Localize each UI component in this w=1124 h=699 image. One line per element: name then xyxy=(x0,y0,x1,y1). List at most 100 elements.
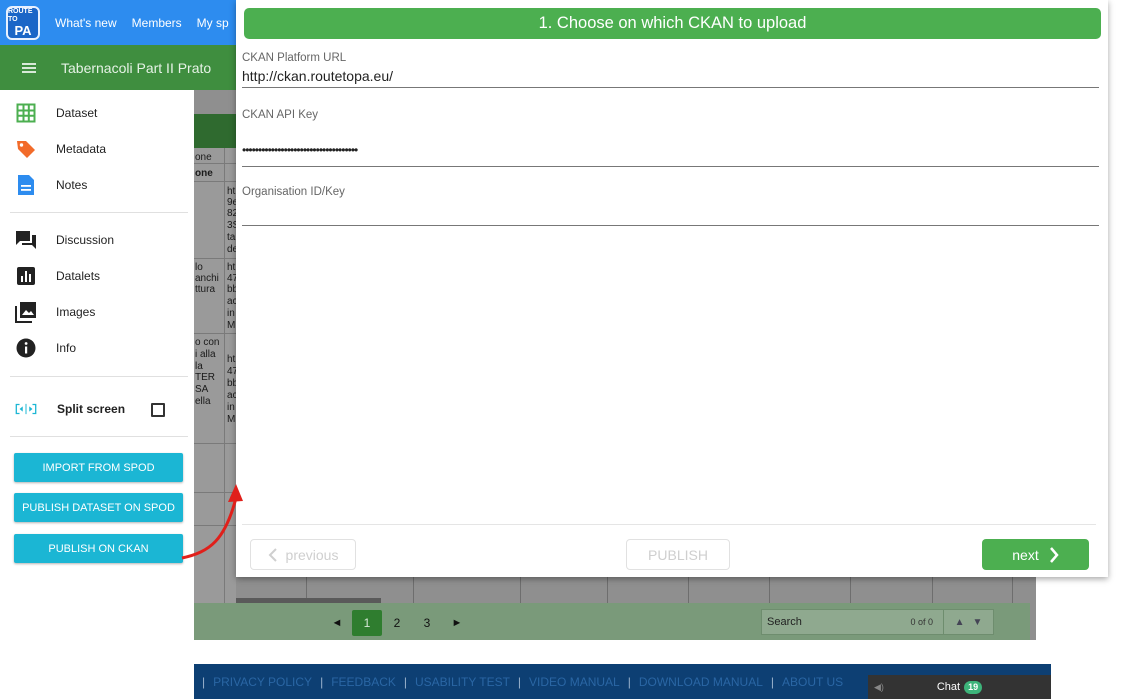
table-cell-line: ta xyxy=(227,232,236,243)
nav-link-whats-new[interactable]: What's new xyxy=(55,16,117,30)
field-label: Organisation ID/Key xyxy=(242,186,345,198)
table-cell-line: la xyxy=(195,361,203,372)
dataset-header-bar: Tabernacoli Part II Prato xyxy=(0,45,236,90)
volume-icon[interactable]: ◀) xyxy=(874,682,884,693)
table-cell-line: in xyxy=(227,402,235,413)
sidebar-divider xyxy=(10,376,188,377)
table-header-strip xyxy=(194,114,236,148)
chat-bar[interactable]: ◀) Chat 19 xyxy=(868,675,1051,699)
ckan-api-key-input[interactable]: •••••••••••••••••••••••••••••••••••• xyxy=(242,125,1099,167)
table-header-cell: one xyxy=(195,152,212,163)
grid-column-line xyxy=(769,577,770,603)
footer-link-about[interactable]: ABOUT US xyxy=(782,675,843,689)
table-cell-line: i alla xyxy=(195,349,216,360)
sidebar-item-info[interactable]: Info xyxy=(0,331,194,365)
info-icon xyxy=(15,337,37,359)
grid-column-line xyxy=(688,577,689,603)
dialog-title: 1. Choose on which CKAN to upload xyxy=(244,8,1101,39)
nav-link-my-space[interactable]: My sp xyxy=(197,16,229,30)
publish-button[interactable]: PUBLISH xyxy=(626,539,730,570)
hamburger-menu-icon[interactable] xyxy=(22,62,36,73)
sidebar-item-datalets[interactable]: Datalets xyxy=(0,259,194,293)
search-up-icon[interactable]: ▲ xyxy=(955,617,965,628)
grid-column-line xyxy=(1012,577,1013,603)
top-navbar: ROUTE TO PA What's new Members My sp xyxy=(0,0,236,45)
page-button[interactable]: 3 xyxy=(412,610,442,636)
sidebar-item-label: Notes xyxy=(56,178,88,192)
table-cell-line: ht xyxy=(227,186,236,197)
page-button[interactable]: 1 xyxy=(352,610,382,636)
grid-column-line xyxy=(932,577,933,603)
ckan-api-key-field: CKAN API Key •••••••••••••••••••••••••••… xyxy=(242,109,1099,167)
grid-column-line xyxy=(850,577,851,603)
sidebar-item-notes[interactable]: Notes xyxy=(0,168,194,202)
ckan-platform-url-input[interactable]: http://ckan.routetopa.eu/ xyxy=(242,68,1099,88)
footer-link-feedback[interactable]: FEEDBACK xyxy=(331,675,396,689)
table-row-divider xyxy=(194,333,236,334)
table-row-divider xyxy=(194,163,236,164)
sidebar-item-metadata[interactable]: Metadata xyxy=(0,132,194,166)
next-page-icon[interactable]: ► xyxy=(442,610,472,636)
chat-count-badge: 19 xyxy=(964,680,983,694)
sidebar-divider xyxy=(10,212,188,213)
publish-on-ckan-button[interactable]: PUBLISH ON CKAN xyxy=(14,534,183,563)
sidebar-item-dataset[interactable]: Dataset xyxy=(0,96,194,130)
next-button[interactable]: next xyxy=(982,539,1089,570)
footer-link-video-manual[interactable]: VIDEO MANUAL xyxy=(529,675,620,689)
dataset-title: Tabernacoli Part II Prato xyxy=(61,59,212,76)
logo-line2: PA xyxy=(14,23,32,38)
sidebar-item-discussion[interactable]: Discussion xyxy=(0,223,194,257)
search-down-icon[interactable]: ▼ xyxy=(973,617,983,628)
footer-separator: | xyxy=(320,674,324,689)
import-from-spod-button[interactable]: IMPORT FROM SPOD xyxy=(14,453,183,482)
sidebar-item-label: Datalets xyxy=(56,269,101,283)
sidebar-item-label: Metadata xyxy=(56,142,107,156)
field-label: CKAN Platform URL xyxy=(242,52,347,64)
page-button[interactable]: 2 xyxy=(382,610,412,636)
field-label: CKAN API Key xyxy=(242,109,319,121)
search-result-count: 0 of 0 xyxy=(910,617,933,627)
footer-link-usability[interactable]: USABILITY TEST xyxy=(415,675,510,689)
table-row-divider xyxy=(194,258,236,259)
sidebar: Dataset Metadata Notes Discussion Datale… xyxy=(0,90,194,570)
chevron-right-icon xyxy=(1049,546,1059,563)
footer-separator: | xyxy=(517,674,522,689)
split-screen-checkbox[interactable] xyxy=(151,403,165,417)
organisation-id-field: Organisation ID/Key xyxy=(242,186,1099,226)
grid-column-line xyxy=(607,577,608,603)
ckan-upload-dialog: 1. Choose on which CKAN to upload CKAN P… xyxy=(236,0,1108,577)
routetopa-logo[interactable]: ROUTE TO PA xyxy=(6,5,40,40)
pagination: ◄ 1 2 3 ► xyxy=(322,610,472,636)
split-screen-icon xyxy=(15,398,37,420)
table-row-divider xyxy=(194,443,236,444)
sidebar-item-label: Info xyxy=(56,341,77,355)
footer-link-download-manual[interactable]: DOWNLOAD MANUAL xyxy=(639,675,763,689)
logo-line1: ROUTE TO xyxy=(8,8,33,23)
sidebar-divider xyxy=(10,436,188,437)
search-placeholder: Search xyxy=(767,616,802,628)
publish-dataset-on-spod-button[interactable]: PUBLISH DATASET ON SPOD xyxy=(14,493,183,522)
previous-label: previous xyxy=(285,546,339,563)
nav-link-members[interactable]: Members xyxy=(132,16,182,30)
sidebar-item-images[interactable]: Images xyxy=(0,295,194,329)
table-cell-line: lo xyxy=(195,262,203,273)
table-cell-line: SA xyxy=(195,384,209,395)
annotation-arrow xyxy=(181,484,243,560)
chat-label: Chat xyxy=(936,681,961,693)
document-icon xyxy=(15,174,37,196)
previous-button[interactable]: previous xyxy=(250,539,356,570)
grid-column-line xyxy=(413,577,414,603)
grid-icon xyxy=(15,102,37,124)
table-header-cell: one xyxy=(195,168,213,179)
prev-page-icon[interactable]: ◄ xyxy=(322,610,352,636)
organisation-id-input[interactable] xyxy=(242,202,1099,226)
footer-link-privacy[interactable]: PRIVACY POLICY xyxy=(213,675,312,689)
table-cell-line: ttura xyxy=(195,284,216,295)
ckan-platform-url-field: CKAN Platform URL http://ckan.routetopa.… xyxy=(242,52,1099,88)
table-cell-line: in xyxy=(227,308,235,319)
images-icon xyxy=(15,301,37,323)
table-cell-line: ht xyxy=(227,262,236,273)
table-cell-line: ella xyxy=(195,396,211,407)
footer-separator: | xyxy=(202,674,206,689)
table-search-input[interactable]: Search 0 of 0 ▲ ▼ xyxy=(761,609,994,635)
